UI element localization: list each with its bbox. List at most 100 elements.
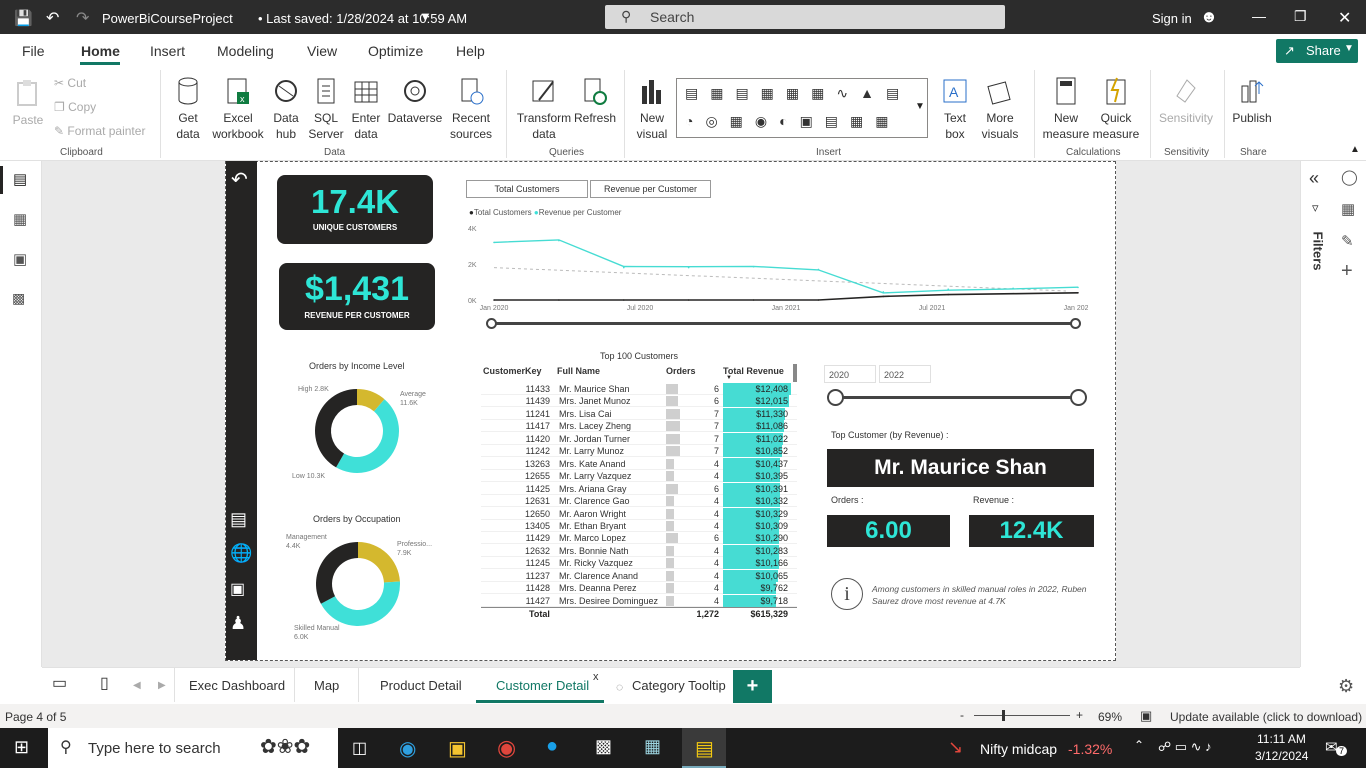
sql-server-button[interactable]: SQL Server [308, 76, 344, 142]
table-header[interactable]: Orders [666, 366, 696, 376]
account-icon[interactable]: ☻ [1200, 7, 1218, 27]
year-to-input[interactable]: 2022 [879, 365, 931, 383]
data-hub-button[interactable]: Data hub [266, 76, 306, 142]
sensitivity-button[interactable]: Sensitivity [1156, 76, 1216, 126]
visual-gallery-row1-icons[interactable]: ▤▦▤▦▦▦∿▲▤ [685, 85, 911, 102]
add-pane-icon[interactable]: + [1341, 260, 1353, 283]
chrome-icon[interactable]: ◉ [497, 735, 516, 761]
year-slider-handle-end[interactable] [1070, 389, 1087, 406]
filters-pane-tab[interactable]: Filters [1311, 232, 1326, 271]
clock-time[interactable]: 11:11 AM [1257, 732, 1306, 746]
collapse-ribbon-icon[interactable]: ▲ [1350, 144, 1360, 155]
customers-icon[interactable]: ♟ [230, 613, 246, 634]
prev-page-icon[interactable]: ◀ [133, 680, 141, 691]
update-notice[interactable]: Update available (click to download) [1170, 710, 1362, 724]
year-from-input[interactable]: 2020 [824, 365, 876, 383]
get-data-button[interactable]: Get data [170, 76, 206, 142]
skype-icon[interactable]: ● [546, 735, 558, 758]
chevron-up-icon[interactable]: ⌃ [1134, 738, 1144, 752]
data-pane-icon[interactable]: ◯ [1341, 168, 1358, 186]
table-view-icon[interactable]: ▦ [13, 210, 27, 228]
dax-view-icon[interactable]: ▩ [12, 290, 25, 307]
donut-slice-skilled-manual[interactable] [316, 542, 358, 604]
desktop-layout-icon[interactable]: ▭ [52, 673, 67, 693]
file-explorer-icon[interactable]: ▣ [448, 736, 467, 761]
collapse-pane-icon[interactable]: « [1309, 168, 1319, 189]
sort-desc-icon[interactable]: ▼ [726, 375, 732, 381]
taskbar-search-input[interactable]: ⚲ Type here to search ✿❀✿ [48, 728, 338, 768]
refresh-button[interactable]: Refresh [574, 76, 616, 126]
year-slider-track[interactable] [835, 396, 1078, 399]
settings-icon[interactable]: ⚙ [1338, 676, 1354, 697]
publish-button[interactable]: Publish [1230, 76, 1274, 126]
edge-icon[interactable]: ◉ [399, 736, 416, 761]
back-icon[interactable]: ↶ [231, 167, 248, 192]
enter-data-button[interactable]: Enter data [348, 76, 384, 142]
year-slider-handle-start[interactable] [827, 389, 844, 406]
app-icon[interactable]: ▦ [644, 736, 661, 757]
donut-slice-management[interactable] [358, 542, 400, 583]
more-visuals-button[interactable]: More visuals [976, 76, 1024, 142]
tab-exec-dashboard[interactable]: Exec Dashboard [189, 678, 285, 693]
add-page-button[interactable]: + [733, 670, 772, 703]
quick-measure-button[interactable]: Quick measure [1092, 76, 1140, 142]
share-button[interactable]: ↗ Share ▼ [1276, 39, 1358, 63]
product-icon[interactable]: ▣ [230, 579, 245, 599]
table-header[interactable]: CustomerKey [483, 366, 542, 376]
menu-home[interactable]: Home [81, 43, 120, 59]
zoom-out-icon[interactable]: - [960, 708, 964, 722]
tab-customer-detail[interactable]: Customer Detail [496, 678, 589, 693]
zoom-in-icon[interactable]: + [1076, 708, 1083, 722]
recent-sources-button[interactable]: Recent sources [446, 76, 496, 142]
new-measure-button[interactable]: New measure [1040, 76, 1092, 142]
search-input[interactable]: ⚲ Search [605, 5, 1005, 29]
tab-category-tooltip[interactable]: Category Tooltip [632, 678, 726, 693]
top-customers-table[interactable]: CustomerKey Full Name Orders Total Revenue ▼… [481, 364, 797, 622]
date-range-handle-end[interactable] [1070, 318, 1081, 329]
tab-map[interactable]: Map [314, 678, 339, 693]
cut-button[interactable]: ✂ Cut [54, 75, 86, 91]
fit-page-icon[interactable]: ▣ [1140, 708, 1152, 724]
dataverse-button[interactable]: Dataverse [386, 76, 444, 126]
paste-button[interactable]: Paste [10, 78, 46, 128]
windows-start-icon[interactable]: ⊞ [14, 737, 29, 758]
excel-workbook-button[interactable]: x Excel workbook [210, 76, 266, 142]
date-range-handle-start[interactable] [486, 318, 497, 329]
visualizations-pane-icon[interactable]: ▦ [1341, 200, 1355, 218]
stock-name[interactable]: Nifty midcap [980, 741, 1057, 757]
date-range-track[interactable] [491, 322, 1075, 325]
task-view-icon[interactable]: ◫ [352, 738, 367, 758]
next-page-icon[interactable]: ▶ [158, 680, 166, 691]
new-visual-button[interactable]: New visual [634, 76, 670, 142]
globe-icon[interactable]: 🌐 [230, 543, 252, 564]
report-view-icon[interactable]: ▤ [13, 170, 27, 188]
visual-gallery[interactable]: ▤▦▤▦▦▦∿▲▤ ◔◎▦◉◐▣▤▦▦ ▼ [676, 78, 928, 138]
menu-insert[interactable]: Insert [150, 43, 185, 59]
chevron-down-icon[interactable]: ▼ [915, 101, 925, 112]
mobile-layout-icon[interactable]: ▯ [100, 673, 109, 693]
format-painter-button[interactable]: ✎ Format painter [54, 123, 145, 139]
powerbi-taskbar-button[interactable]: ▤ [682, 728, 726, 768]
menu-view[interactable]: View [307, 43, 337, 59]
bar-chart-nav-icon[interactable]: ▤ [230, 509, 247, 530]
undo-icon[interactable]: ↶ [46, 8, 59, 28]
tray-icons[interactable]: ☍ ▭ ∿ ♪ [1158, 739, 1212, 755]
close-tab-icon[interactable]: x [593, 671, 599, 683]
menu-optimize[interactable]: Optimize [368, 43, 423, 59]
copy-button[interactable]: ❐ Copy [54, 99, 96, 115]
close-icon[interactable]: ✕ [1338, 8, 1351, 28]
minimize-icon[interactable]: — [1252, 8, 1266, 24]
revenue-per-customer-toggle[interactable]: Revenue per Customer [590, 180, 711, 198]
zoom-slider-thumb[interactable] [1002, 710, 1005, 721]
model-view-icon[interactable]: ▣ [13, 250, 27, 268]
format-pane-icon[interactable]: ✎ [1341, 232, 1354, 250]
visual-gallery-row2-icons[interactable]: ◔◎▦◉◐▣▤▦▦ [685, 113, 900, 130]
donut-slice-professio-[interactable] [320, 581, 400, 626]
menu-help[interactable]: Help [456, 43, 485, 59]
menu-modeling[interactable]: Modeling [217, 43, 274, 59]
total-customers-toggle[interactable]: Total Customers [466, 180, 588, 198]
sign-in-link[interactable]: Sign in [1152, 11, 1192, 26]
table-scrollbar[interactable] [793, 364, 797, 382]
redo-icon[interactable]: ↷ [76, 8, 89, 28]
text-box-button[interactable]: A Text box [938, 76, 972, 142]
